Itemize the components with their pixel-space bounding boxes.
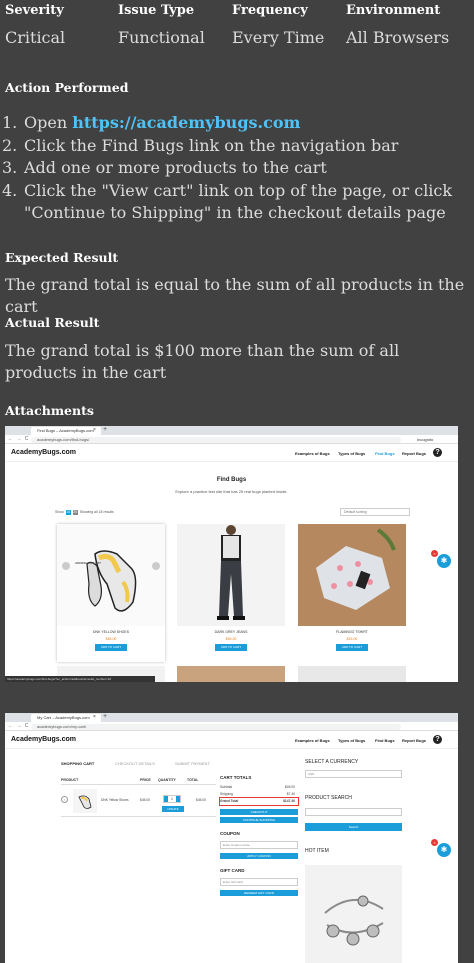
actual-text: The grand total is $100 more than the su…: [5, 341, 400, 382]
step-checkout-details: CHECKOUT DETAILS: [115, 761, 155, 766]
product-card-tshirt: FLAMINGO TSHIRT $15.00 ADD TO CART: [298, 524, 406, 662]
close-tab-icon: ×: [93, 427, 96, 433]
step-3: 3. Add one or more products to the cart: [2, 158, 327, 177]
step-submit-payment: SUBMIT PAYMENT: [175, 761, 210, 766]
steps-list: 1. Open https://academybugs.com 2. Click t…: [2, 112, 472, 225]
step-4: 4. Click the "View cart" link on top of t…: [2, 180, 453, 223]
action-heading: Action Performed: [5, 80, 129, 95]
cart-totals-heading: CART TOTALS: [220, 775, 252, 780]
details-header-row: Severity Issue Type Frequency Environmen…: [0, 3, 474, 21]
apply-coupon-button: APPLY COUPON: [220, 853, 298, 859]
new-tab-icon: +: [103, 713, 108, 720]
severity-value: Critical: [5, 28, 66, 47]
frequency-value: Every Time: [232, 28, 325, 47]
product-search-heading: PRODUCT SEARCH: [305, 795, 352, 801]
attachment-find-bugs[interactable]: Find Bugs – AcademyBugs.com × + ← → C ac…: [5, 426, 458, 682]
product-card-jeans: DARK GREY JEANS $45.00 ADD TO CART: [177, 524, 285, 662]
nav-examples: Examples of Bugs: [295, 451, 330, 456]
coupon-heading: COUPON: [220, 831, 240, 836]
grand-total-value: $147.40: [283, 799, 295, 803]
severity-header: Severity: [5, 3, 64, 18]
shoe-image: [57, 524, 165, 626]
currency-select: USD: [305, 770, 402, 778]
per-page-control: Show 10 20 Showing all 18 results: [55, 510, 114, 515]
close-tab-icon: ×: [93, 714, 96, 720]
site-logo: AcademyBugs.com: [11, 449, 76, 456]
nav-types: Types of Bugs: [338, 451, 366, 456]
update-button: UPDATE: [162, 806, 184, 812]
gift-card-input: Enter Gift Card: [220, 878, 298, 886]
sort-select: Default sorting: [340, 508, 410, 516]
actual-heading: Actual Result: [5, 315, 100, 330]
nav-report: Report Bugs: [402, 451, 426, 456]
tshirt-image: [298, 524, 406, 626]
site-logo: AcademyBugs.com: [11, 736, 76, 743]
attachment-cart[interactable]: My Cart – AcademyBugs.com × + ← → C acad…: [5, 713, 458, 963]
help-icon: ?: [433, 448, 442, 457]
hot-item-bracelet-image: [305, 865, 402, 963]
nav-report: Report Bugs: [402, 738, 426, 743]
expected-heading: Expected Result: [5, 250, 119, 265]
find-bugs-subtitle: Explore a practice test site that has 25…: [175, 489, 288, 494]
product-card-shoes: ADDING TO CART DNK YELLOW SHOES $45.00 A…: [57, 524, 165, 662]
environment-header: Environment: [346, 3, 441, 18]
issue-type-header: Issue Type: [118, 3, 195, 18]
nav-find-bugs: Find Bugs: [375, 738, 395, 743]
bug-count-badge: ×: [431, 839, 438, 846]
bug-count-badge: ×: [431, 550, 438, 557]
coupon-input: Enter Coupon Code: [220, 841, 298, 849]
nav-find-bugs: Find Bugs: [375, 451, 395, 456]
attachments-heading: Attachments: [5, 403, 94, 418]
environment-value: All Browsers: [346, 28, 450, 47]
incognito-label: Incognito: [417, 437, 434, 442]
frequency-header: Frequency: [232, 3, 308, 18]
browser-tab: My Cart – AcademyBugs.com: [31, 714, 101, 722]
browser-tab: Find Bugs – AcademyBugs.com: [31, 427, 101, 435]
add-to-cart-button: ADD TO CART: [95, 644, 127, 651]
hot-item-heading: HOT ITEM: [305, 848, 329, 854]
new-tab-icon: +: [103, 426, 108, 433]
redeem-gift-card-button: REDEEM GIFT CARD: [220, 890, 298, 896]
step-1: 1. Open https://academybugs.com: [2, 113, 301, 132]
step-shopping-cart: SHOPPING CART: [61, 761, 95, 766]
currency-heading: SELECT A CURRENCY: [305, 759, 359, 765]
step-2: 2. Click the Find Bugs link on the naviga…: [2, 135, 399, 155]
product-search-input: [305, 808, 402, 816]
academybugs-link[interactable]: https://academybugs.com: [72, 113, 300, 132]
expected-text: The grand total is equal to the sum of a…: [5, 275, 465, 316]
quantity-stepper: 1: [163, 795, 181, 803]
jeans-image: [177, 524, 285, 626]
nav-examples: Examples of Bugs: [295, 738, 330, 743]
address-bar: academybugs.com/my-cart/: [31, 723, 401, 730]
issue-type-value: Functional: [118, 28, 205, 47]
cart-item-row: × DNK Yellow Shoes $45.00 1 $45.00 UPDAT…: [61, 787, 216, 817]
address-bar: academybugs.com/find-bugs/: [31, 436, 401, 443]
nav-types: Types of Bugs: [338, 738, 366, 743]
bug-icon: ✱: [437, 554, 451, 568]
browser-nav-icons: ← → C: [8, 723, 30, 729]
browser-nav-icons: ← → C: [8, 436, 30, 442]
browser-status-url: https://academybugs.com/find-bugs/?ec_ac…: [5, 676, 155, 682]
remove-item-icon: ×: [61, 796, 68, 803]
help-icon: ?: [433, 735, 442, 744]
details-value-row: Critical Functional Every Time All Brows…: [0, 28, 474, 50]
search-button: Search: [305, 823, 402, 831]
find-bugs-title: Find Bugs: [216, 477, 247, 483]
continue-shopping-button: CONTINUE SHOPPING: [220, 817, 298, 823]
checkout-button: CHECKOUT: [220, 809, 298, 815]
gift-card-heading: GIFT CARD: [220, 868, 245, 873]
cart-item-thumbnail: [73, 789, 97, 813]
bug-icon: ✱: [437, 843, 451, 857]
